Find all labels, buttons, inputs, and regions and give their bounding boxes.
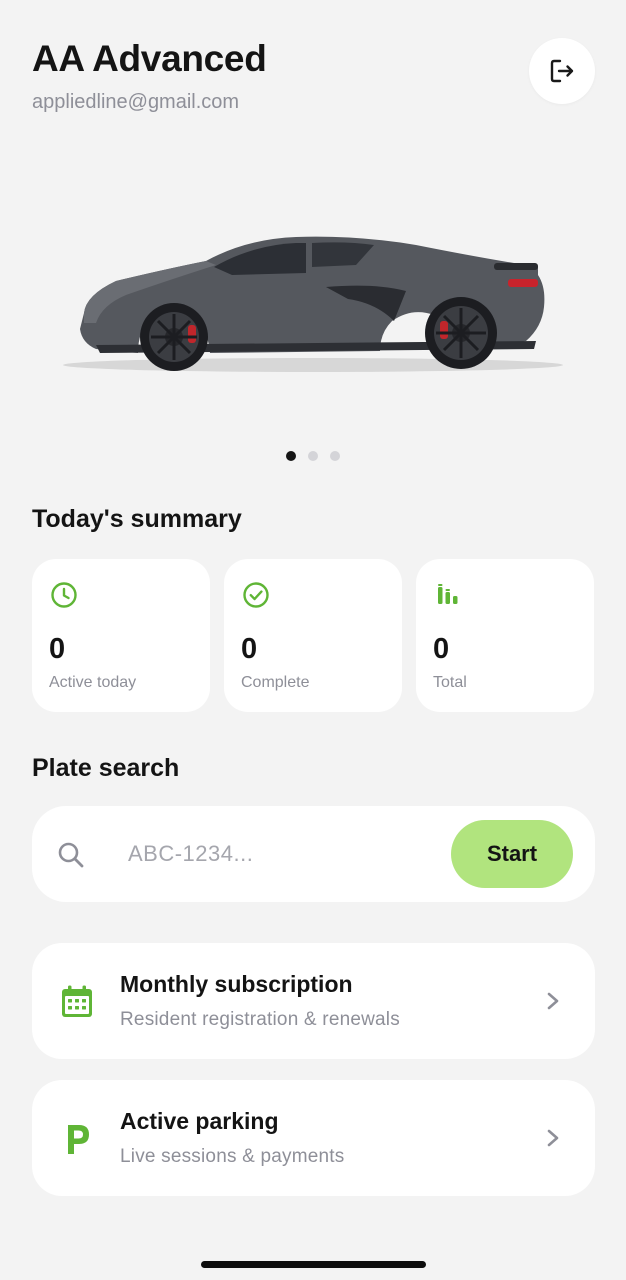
summary-card-complete[interactable]: 0 Complete xyxy=(224,559,402,712)
start-button[interactable]: Start xyxy=(451,820,573,888)
user-name: AA Advanced xyxy=(32,38,267,79)
logout-button[interactable] xyxy=(529,38,595,104)
bar-chart-icon xyxy=(438,584,458,604)
active-parking-title: Active parking xyxy=(120,1108,279,1134)
plate-search-bar: Start xyxy=(32,806,595,902)
total-count: 0 xyxy=(433,633,450,665)
summary-card-total[interactable]: 0 Total xyxy=(416,559,594,712)
home-indicator[interactable] xyxy=(201,1261,426,1268)
carousel-dot[interactable] xyxy=(286,451,296,461)
user-email: appliedline@gmail.com xyxy=(32,91,240,113)
active-parking-subtitle: Live sessions & payments xyxy=(120,1146,345,1167)
search-icon xyxy=(58,842,84,868)
complete-label: Complete xyxy=(241,674,310,691)
clock-icon xyxy=(51,582,77,608)
plate-search-input[interactable] xyxy=(128,836,428,872)
summary-title: Today's summary xyxy=(32,505,242,533)
active-parking-row[interactable]: Active parking Live sessions & payments xyxy=(32,1080,595,1196)
parking-icon xyxy=(68,1125,89,1154)
monthly-subscription-title: Monthly subscription xyxy=(120,971,353,997)
complete-count: 0 xyxy=(241,633,258,665)
home-screen: AA Advanced appliedline@gmail.com Today'… xyxy=(0,0,626,1280)
active-today-count: 0 xyxy=(49,633,66,665)
total-label: Total xyxy=(433,674,467,691)
monthly-subscription-row[interactable]: Monthly subscription Resident registrati… xyxy=(32,943,595,1059)
check-circle-icon xyxy=(243,582,269,608)
calendar-icon xyxy=(62,985,92,1017)
carousel-dot[interactable] xyxy=(308,451,318,461)
chevron-right-icon xyxy=(547,1129,559,1147)
summary-card-active[interactable]: 0 Active today xyxy=(32,559,210,712)
carousel-dot[interactable] xyxy=(330,451,340,461)
plate-search-title: Plate search xyxy=(32,754,180,782)
carousel-pagination xyxy=(0,451,626,461)
active-today-label: Active today xyxy=(49,674,137,691)
car-hero-image xyxy=(63,236,563,372)
monthly-subscription-subtitle: Resident registration & renewals xyxy=(120,1009,400,1030)
logout-icon xyxy=(550,59,574,83)
chevron-right-icon xyxy=(547,992,559,1010)
